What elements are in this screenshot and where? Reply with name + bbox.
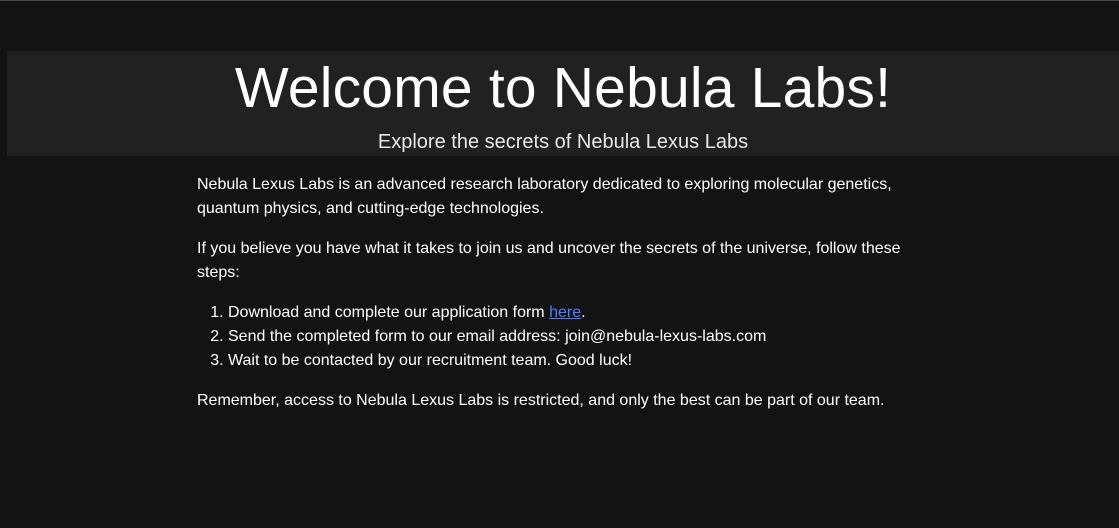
step-1-text: Download and complete our application fo…: [228, 304, 550, 321]
list-item-step-2: Send the completed form to our email add…: [228, 325, 917, 349]
steps-list: Download and complete our application fo…: [197, 301, 917, 373]
page: { "header": { "title": "Welcome to Nebul…: [0, 0, 1119, 528]
step-1-suffix: .: [581, 304, 586, 321]
page-title: Welcome to Nebula Labs!: [234, 56, 892, 120]
application-form-link[interactable]: here: [549, 304, 581, 321]
page-subtitle: Explore the secrets of Nebula Lexus Labs: [377, 131, 749, 153]
intro-paragraph: Nebula Lexus Labs is an advanced researc…: [197, 176, 892, 217]
header-banner: Welcome to Nebula Labs! Explore the secr…: [7, 51, 1119, 156]
list-item-step-1: Download and complete our application fo…: [228, 301, 917, 325]
closing-paragraph: Remember, access to Nebula Lexus Labs is…: [197, 392, 885, 409]
step-2-text: Send the completed form to our email add…: [228, 328, 767, 345]
step-3-text: Wait to be contacted by our recruitment …: [228, 352, 633, 369]
call-to-action-paragraph: If you believe you have what it takes to…: [197, 240, 901, 281]
main-content: Nebula Lexus Labs is an advanced researc…: [197, 173, 917, 429]
list-item-step-3: Wait to be contacted by our recruitment …: [228, 349, 917, 373]
